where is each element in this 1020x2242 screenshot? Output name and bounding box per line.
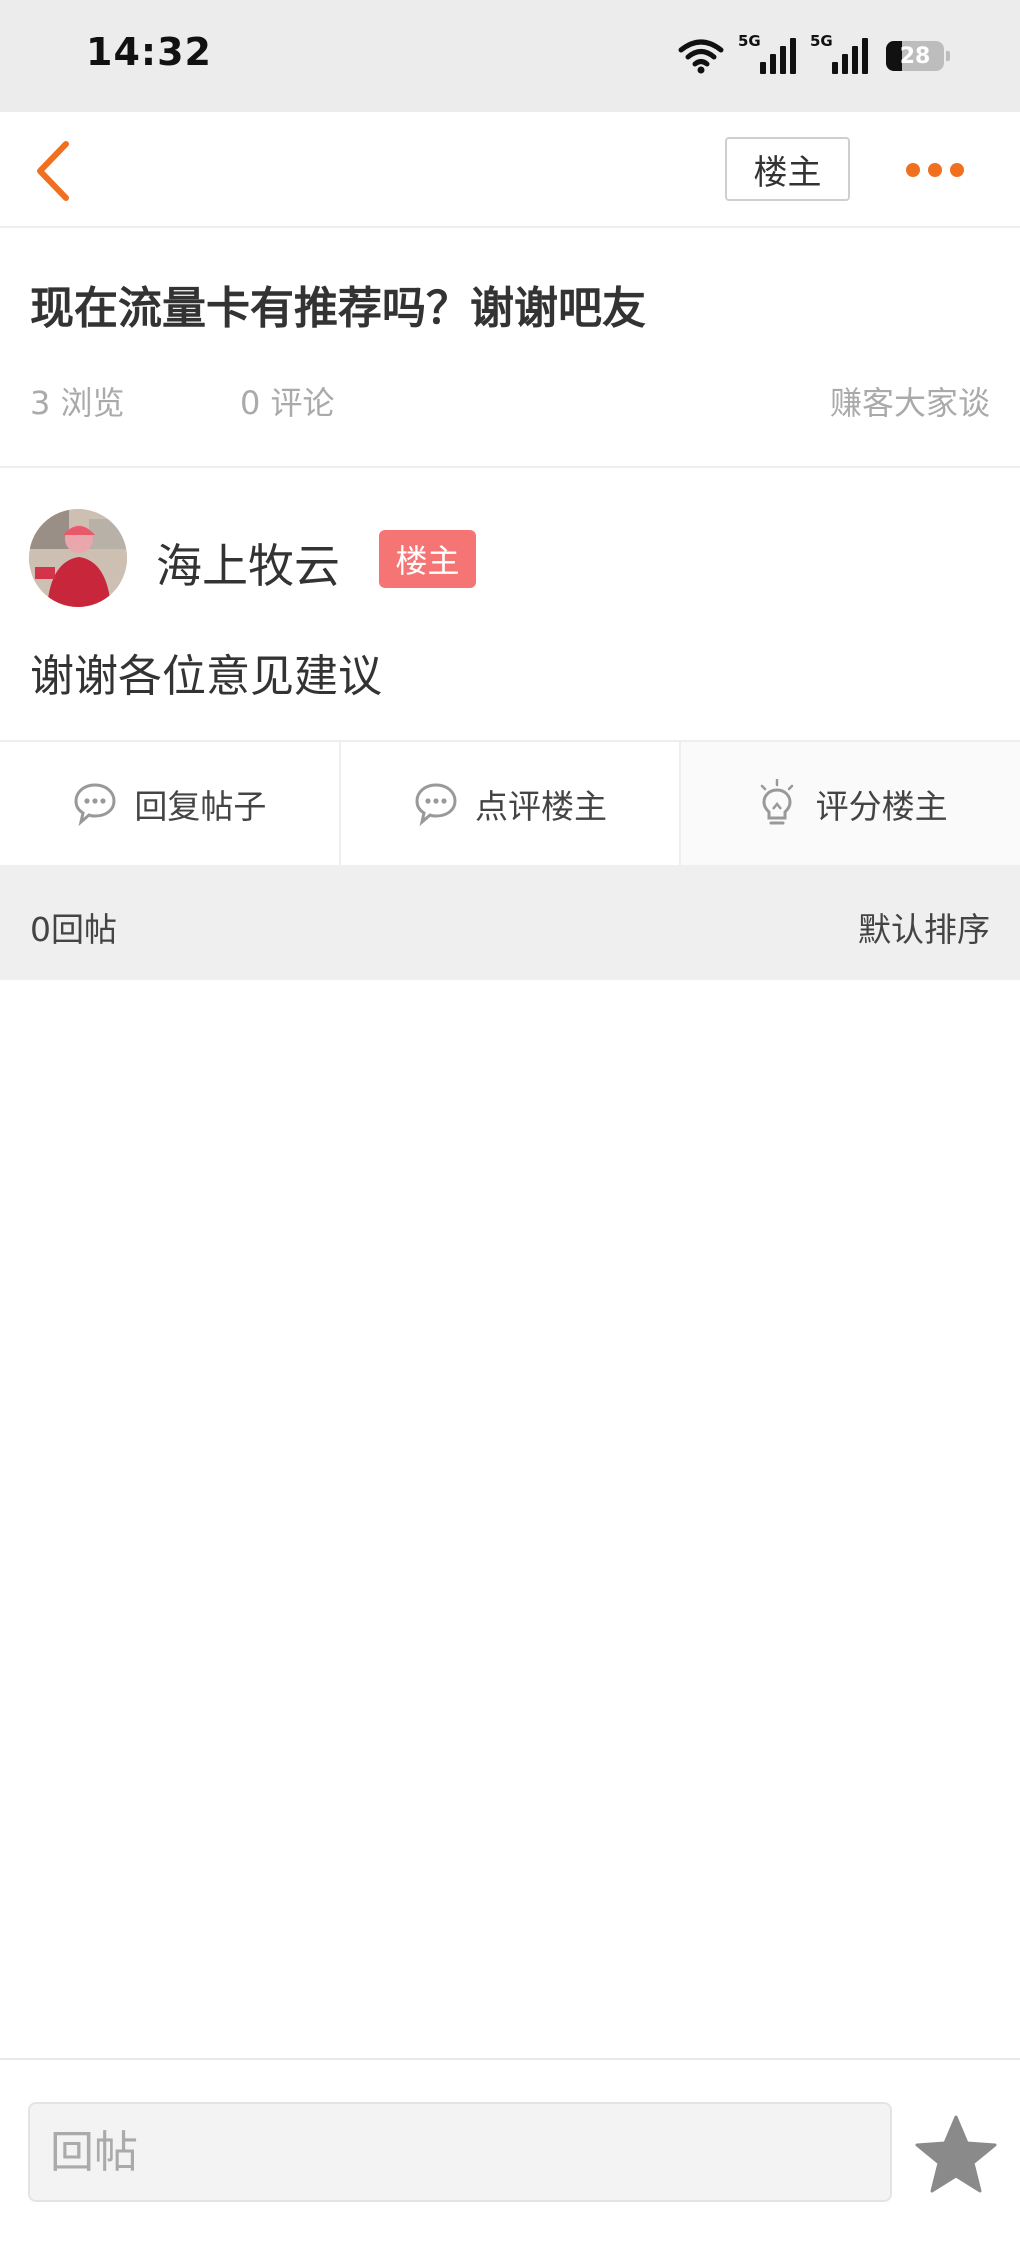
chat-bubble-icon	[415, 782, 457, 826]
sort-order-button[interactable]: 默认排序	[858, 903, 990, 951]
back-button[interactable]	[30, 136, 82, 206]
avatar[interactable]	[29, 509, 127, 607]
action-bar: 回复帖子 点评楼主 评分楼主	[0, 740, 1020, 865]
reply-post-label: 回复帖子	[134, 786, 267, 826]
nav-bar: 楼主	[0, 112, 1020, 228]
reply-header: 0回帖 默认排序	[0, 865, 1020, 980]
status-time: 14:32	[86, 30, 212, 74]
battery-icon: 28	[886, 41, 950, 71]
network-type-label-2: 5G	[810, 32, 833, 50]
network-type-label-1: 5G	[738, 32, 761, 50]
author-name[interactable]: 海上牧云	[156, 530, 340, 596]
view-count: 3 浏览	[30, 384, 125, 422]
chevron-left-icon	[37, 141, 69, 201]
star-icon	[915, 2115, 997, 2193]
rate-op-button[interactable]: 评分楼主	[681, 742, 1020, 865]
cellular-signal-icon-2: 5G	[810, 32, 868, 74]
reply-post-button[interactable]: 回复帖子	[0, 742, 341, 865]
status-icons: 5G 5G 28	[678, 32, 950, 78]
more-dot-icon	[950, 163, 964, 177]
chat-bubble-icon	[74, 782, 116, 826]
avatar-image	[29, 509, 127, 607]
more-dot-icon	[906, 163, 920, 177]
battery-level: 28	[899, 43, 931, 69]
post-title: 现在流量卡有推荐吗？谢谢吧友	[30, 283, 646, 334]
divider	[0, 466, 1020, 468]
bottom-bar	[0, 2058, 1020, 2242]
status-bar: 14:32 5G 5G 28	[0, 0, 1020, 112]
op-badge: 楼主	[379, 530, 476, 588]
comment-op-label: 点评楼主	[475, 786, 607, 826]
op-only-button[interactable]: 楼主	[725, 137, 850, 201]
rate-op-label: 评分楼主	[815, 786, 948, 826]
cellular-signal-icon-1: 5G	[738, 32, 796, 74]
forum-link[interactable]: 赚客大家谈	[830, 378, 990, 424]
lightbulb-icon	[760, 778, 793, 824]
more-options-button[interactable]	[900, 148, 970, 192]
more-dot-icon	[928, 163, 942, 177]
reply-count: 0回帖	[30, 910, 117, 949]
post-content: 谢谢各位意见建议	[30, 651, 382, 702]
comment-op-button[interactable]: 点评楼主	[341, 742, 682, 865]
comment-count: 0 评论	[240, 384, 335, 422]
favorite-button[interactable]	[915, 2114, 997, 2194]
reply-input[interactable]	[28, 2102, 892, 2202]
wifi-icon	[678, 39, 724, 74]
